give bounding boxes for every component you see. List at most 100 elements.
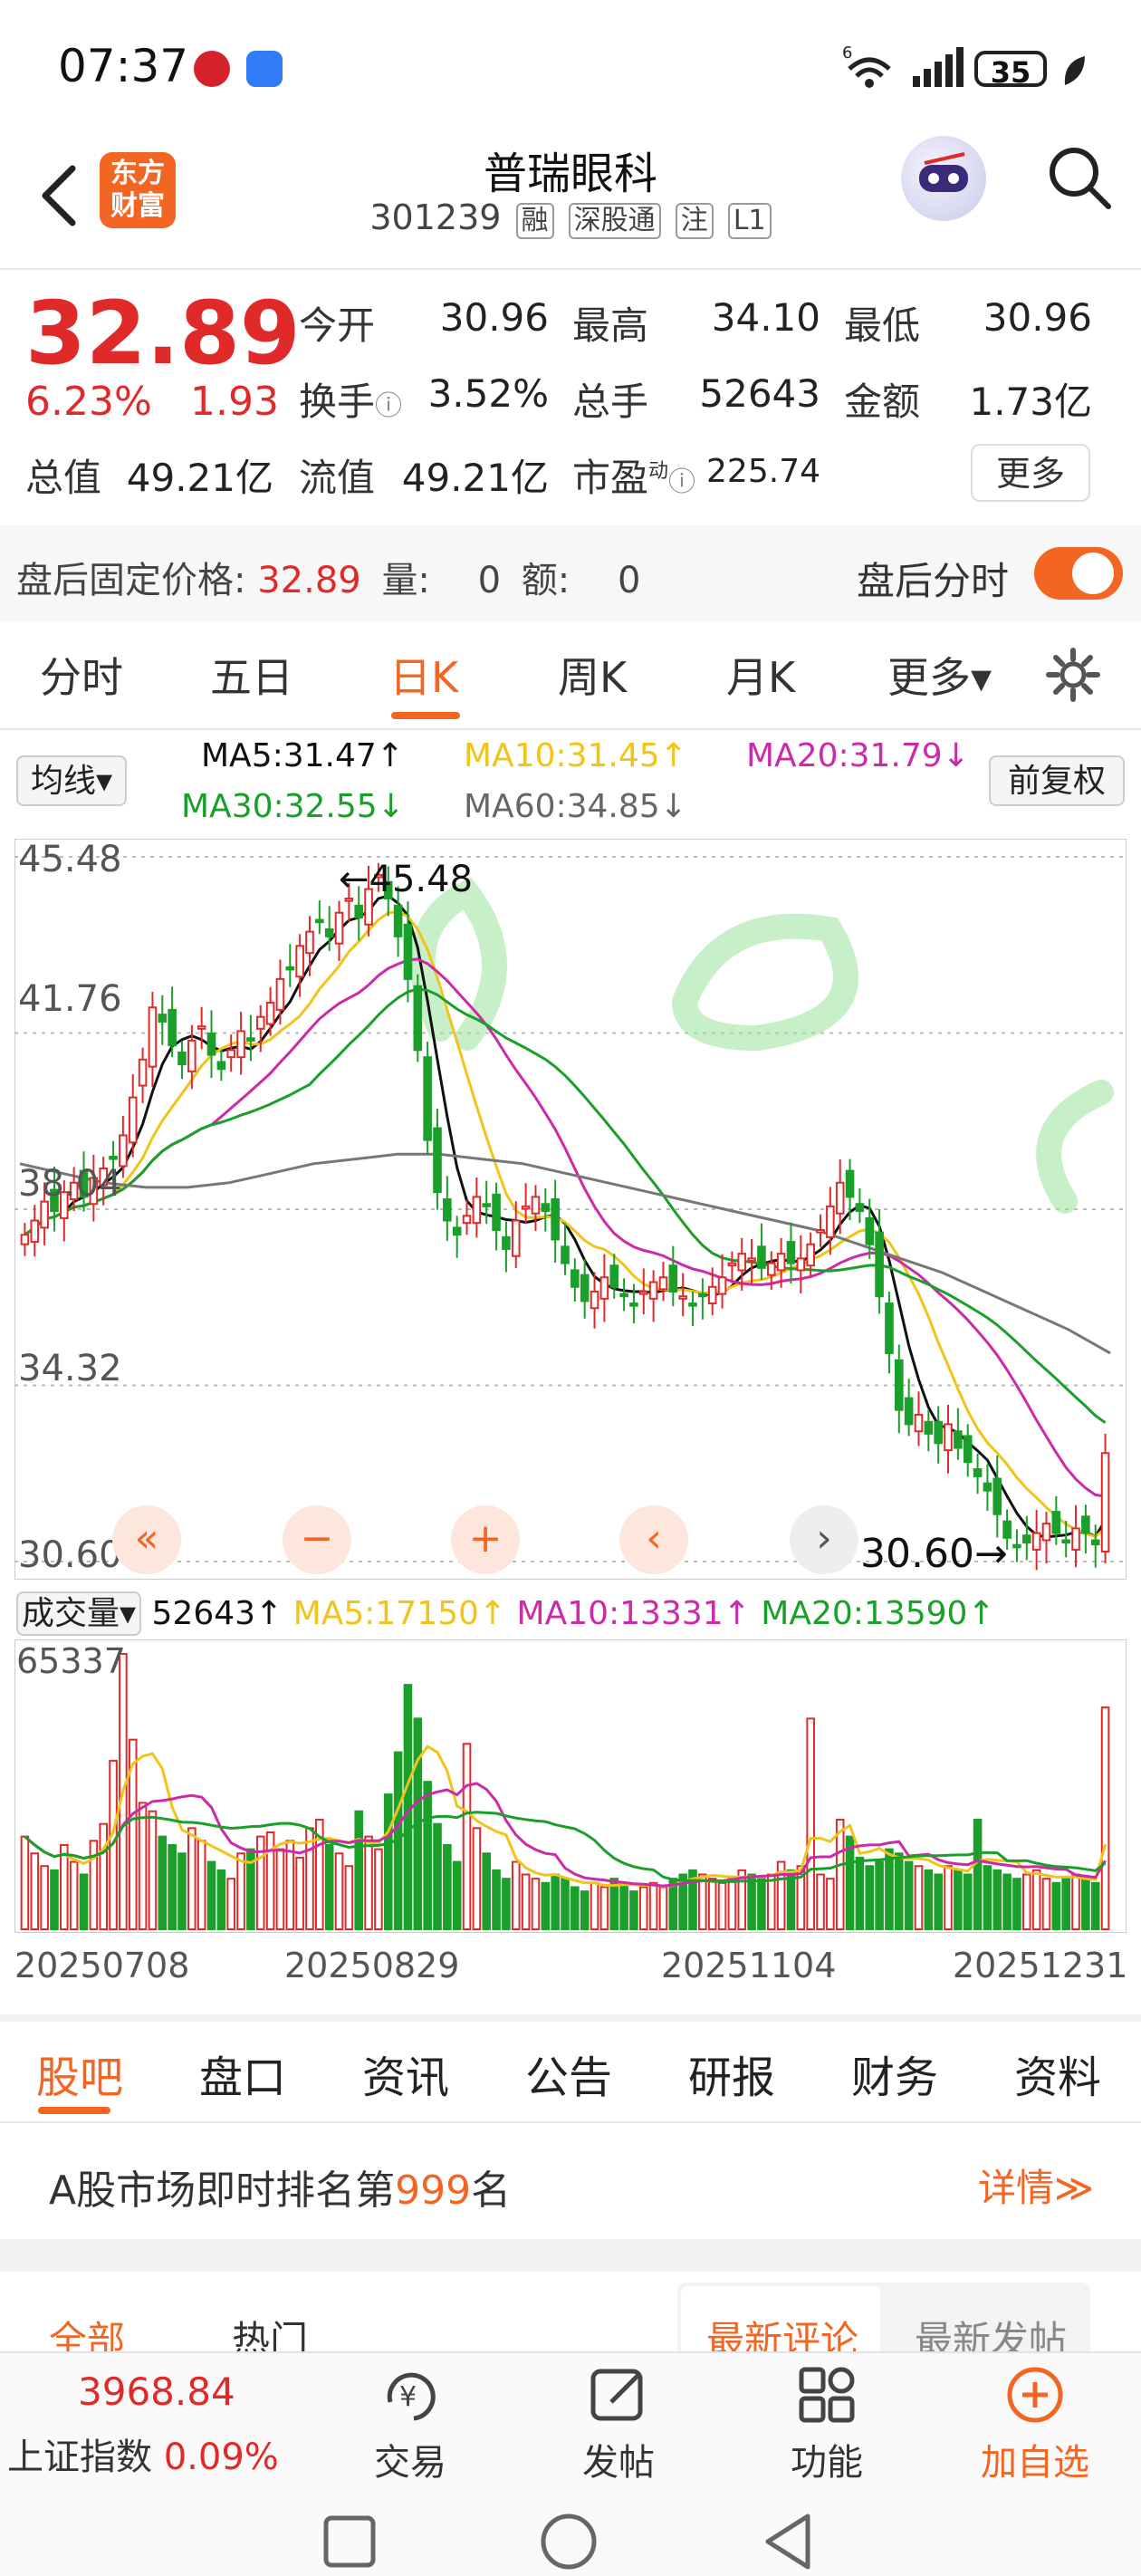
- tab-announcements[interactable]: 公告: [525, 2042, 612, 2105]
- more-button[interactable]: 更多: [971, 444, 1090, 502]
- candle-body: [334, 911, 344, 945]
- settings-gear-icon[interactable]: [1045, 647, 1101, 703]
- candle-body: [315, 918, 324, 924]
- candle-body: [158, 1014, 168, 1023]
- volume-select[interactable]: 成交量▾: [16, 1591, 142, 1636]
- candle-body: [255, 1015, 265, 1030]
- x-tick-label: 20251231: [953, 1946, 1128, 1985]
- tab-research[interactable]: 研报: [688, 2042, 775, 2105]
- volume-bar: [944, 1865, 953, 1930]
- back-nav-icon[interactable]: [761, 2513, 815, 2571]
- volume-bar: [1100, 1706, 1110, 1931]
- nav-add-watchlist[interactable]: 加自选: [976, 2366, 1094, 2485]
- tab-order-book[interactable]: 盘口: [199, 2042, 286, 2105]
- volume-value: 52643: [699, 371, 820, 416]
- candle-body: [757, 1245, 766, 1269]
- zoom-in-icon[interactable]: +: [451, 1505, 520, 1574]
- candle-body: [678, 1295, 687, 1300]
- candle-body: [168, 1008, 177, 1047]
- index-value[interactable]: 3968.84: [78, 2369, 235, 2414]
- volume-bar: [206, 1860, 216, 1930]
- tab-weekly-k[interactable]: 周K: [558, 645, 627, 705]
- candle-body: [816, 1229, 825, 1234]
- ma-select[interactable]: 均线▾: [16, 755, 127, 806]
- tab-monthly-k[interactable]: 月K: [726, 645, 795, 705]
- candle-body: [1031, 1532, 1041, 1551]
- index-name[interactable]: 上证指数 0.09%: [7, 2427, 279, 2480]
- nav-trade-label: 交易: [374, 2442, 446, 2484]
- tab-intraday[interactable]: 分时: [40, 645, 123, 705]
- volume-chart[interactable]: [14, 1639, 1127, 1933]
- open-value: 30.96: [439, 295, 549, 340]
- volume-bar: [826, 1878, 835, 1931]
- volume-bar: [443, 1843, 452, 1930]
- tab-profile[interactable]: 资料: [1014, 2042, 1101, 2105]
- tab-guba[interactable]: 股吧: [36, 2042, 123, 2105]
- volume-bar: [99, 1822, 108, 1930]
- search-icon[interactable]: [1045, 143, 1114, 212]
- volume-bar: [285, 1840, 295, 1930]
- volume-bar: [875, 1860, 884, 1930]
- tab-five-day[interactable]: 五日: [210, 645, 293, 705]
- price-adjust-button[interactable]: 前复权: [989, 755, 1125, 806]
- vol-ma10-label: MA10:13331↑: [516, 1595, 751, 1632]
- tab-more[interactable]: 更多▾: [887, 645, 992, 705]
- candle-body: [20, 1234, 30, 1245]
- active-tab-indicator: [38, 2107, 110, 2114]
- candle-body: [423, 1056, 432, 1141]
- index-change: 0.09%: [163, 2437, 279, 2478]
- double-left-icon[interactable]: «: [112, 1505, 181, 1574]
- info-icon[interactable]: ⓘ: [375, 390, 402, 422]
- nav-trade[interactable]: ¥ 交易: [351, 2366, 469, 2485]
- tab-daily-k[interactable]: 日K: [389, 645, 458, 705]
- volume-max-label: 65337: [16, 1641, 126, 1681]
- candle-body: [40, 1200, 49, 1229]
- volume-label: 总手: [572, 380, 649, 424]
- tab-financials[interactable]: 财务: [851, 2042, 938, 2105]
- right-icon[interactable]: ›: [790, 1505, 858, 1574]
- volume-bar: [364, 1835, 373, 1930]
- rank-detail-link[interactable]: 详情≫: [978, 2158, 1094, 2213]
- nav-add-watchlist-label: 加自选: [981, 2442, 1089, 2484]
- candle-body: [206, 1033, 216, 1056]
- tab-news[interactable]: 资讯: [362, 2042, 449, 2105]
- volume-bar: [324, 1843, 334, 1930]
- home-icon[interactable]: [540, 2513, 598, 2571]
- candle-body: [541, 1203, 551, 1213]
- kline-chart[interactable]: [14, 839, 1127, 1580]
- candle-body: [531, 1196, 541, 1215]
- candle-body: [148, 1006, 158, 1068]
- volume-bar: [992, 1869, 1002, 1930]
- volume-bar: [914, 1865, 924, 1930]
- nav-functions[interactable]: 功能: [768, 2366, 886, 2485]
- candle-body: [226, 1049, 236, 1059]
- volume-bar: [462, 1743, 472, 1930]
- zoom-out-icon[interactable]: −: [283, 1505, 351, 1574]
- nav-post[interactable]: 发帖: [560, 2366, 677, 2485]
- x-tick-label: 20251104: [661, 1946, 837, 1985]
- float-value: 49.21亿: [401, 456, 549, 500]
- candle-body: [1061, 1539, 1070, 1544]
- ma60-label: MA60:34.85↓: [464, 788, 687, 825]
- left-icon[interactable]: ‹: [619, 1505, 688, 1574]
- message-app-icon: [246, 51, 283, 87]
- x-tick-label: 20250708: [14, 1946, 190, 1985]
- vol-ma5-label: MA5:17150↑: [292, 1595, 507, 1632]
- volume-bar: [216, 1869, 226, 1930]
- candle-body: [511, 1219, 521, 1257]
- candle-body: [904, 1397, 914, 1426]
- app-logo[interactable]: 东方 财富: [100, 152, 176, 228]
- volume-bar: [619, 1881, 628, 1931]
- candle-body: [992, 1477, 1002, 1515]
- volume-bar: [658, 1886, 668, 1930]
- volume-bar: [845, 1835, 855, 1930]
- recent-apps-icon[interactable]: [322, 2514, 377, 2569]
- rank-number: 999: [395, 2167, 472, 2214]
- back-icon[interactable]: [33, 159, 87, 232]
- grid-icon: [799, 2367, 855, 2423]
- candle-body: [236, 1030, 245, 1059]
- volume-bar: [973, 1819, 983, 1930]
- robot-avatar[interactable]: [901, 136, 986, 221]
- volume-bar: [1071, 1873, 1080, 1931]
- candle-body: [1071, 1527, 1080, 1551]
